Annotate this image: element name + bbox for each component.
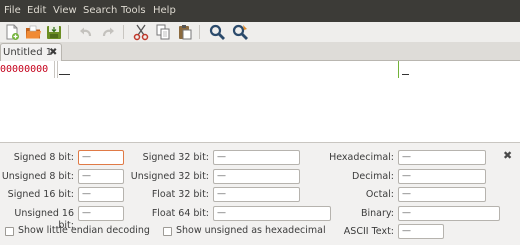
paste-icon[interactable] (176, 23, 194, 41)
find-icon[interactable] (208, 23, 226, 41)
ascii-text-field[interactable]: — (398, 224, 444, 239)
toolbar (0, 22, 520, 42)
panel-divider (0, 142, 520, 143)
toolbar-separator (199, 25, 200, 39)
decimal-label: Decimal: (352, 171, 394, 182)
unsigned-16-bit-field[interactable]: — (78, 206, 124, 221)
offset-divider (57, 61, 58, 78)
tab-bar: Untitled 1 ✖ (0, 42, 520, 61)
find-replace-icon[interactable] (231, 23, 249, 41)
redo-icon[interactable] (99, 23, 117, 41)
signed-16-bit-label: Signed 16 bit: (7, 189, 74, 200)
float-64-bit-label: Float 64 bit: (151, 208, 209, 219)
save-icon[interactable] (45, 23, 63, 41)
menu-file[interactable]: File (4, 4, 21, 18)
little-endian-label: Show little endian decoding (18, 225, 150, 236)
float-64-bit-field[interactable]: — (213, 206, 331, 221)
float-32-bit-field[interactable]: — (213, 187, 300, 202)
toolbar-separator (68, 25, 69, 39)
binary-field[interactable]: — (398, 206, 500, 221)
new-document-icon[interactable] (3, 23, 21, 41)
menu-view[interactable]: View (53, 4, 77, 18)
offset-divider (54, 61, 55, 78)
ascii-divider (398, 61, 399, 78)
menu-help[interactable]: Help (153, 4, 176, 18)
binary-label: Binary: (360, 208, 394, 219)
offset-column: 00000000 (0, 64, 49, 75)
little-endian-checkbox[interactable] (5, 227, 14, 236)
hexadecimal-label: Hexadecimal: (329, 152, 394, 163)
tab-title: Untitled 1 (3, 47, 53, 58)
menu-edit[interactable]: Edit (27, 4, 46, 18)
menu-tools[interactable]: Tools (121, 4, 146, 18)
toolbar-separator (123, 25, 124, 39)
undo-icon[interactable] (77, 23, 95, 41)
unsigned-32-bit-field[interactable]: — (213, 169, 300, 184)
octal-field[interactable]: — (398, 187, 486, 202)
signed-8-bit-label: Signed 8 bit: (13, 152, 74, 163)
signed-8-bit-field[interactable]: — (78, 150, 124, 165)
ascii-cursor (402, 74, 409, 75)
unsigned-hex-label: Show unsigned as hexadecimal (176, 225, 326, 236)
menu-search[interactable]: Search (83, 4, 117, 18)
cut-icon[interactable] (132, 23, 150, 41)
signed-16-bit-field[interactable]: — (78, 187, 124, 202)
tab-untitled-1[interactable]: Untitled 1 ✖ (0, 43, 62, 61)
open-folder-icon[interactable] (24, 23, 42, 41)
unsigned-8-bit-field[interactable]: — (78, 169, 124, 184)
signed-32-bit-field[interactable]: — (213, 150, 300, 165)
hexadecimal-field[interactable]: — (398, 150, 486, 165)
hex-cursor (59, 74, 70, 75)
unsigned-8-bit-label: Unsigned 8 bit: (1, 171, 74, 182)
hex-editor-area[interactable]: 00000000 (0, 61, 520, 142)
tab-close-icon[interactable]: ✖ (49, 47, 57, 59)
decimal-field[interactable]: — (398, 169, 486, 184)
copy-icon[interactable] (154, 23, 172, 41)
signed-32-bit-label: Signed 32 bit: (142, 152, 209, 163)
octal-label: Octal: (365, 189, 394, 200)
menu-bar: File Edit View Search Tools Help (0, 0, 520, 22)
close-panel-icon[interactable]: ✖ (503, 150, 512, 162)
unsigned-32-bit-label: Unsigned 32 bit: (130, 171, 209, 182)
ascii-text-label: ASCII Text: (343, 226, 394, 237)
float-32-bit-label: Float 32 bit: (151, 189, 209, 200)
unsigned-hex-checkbox[interactable] (163, 227, 172, 236)
